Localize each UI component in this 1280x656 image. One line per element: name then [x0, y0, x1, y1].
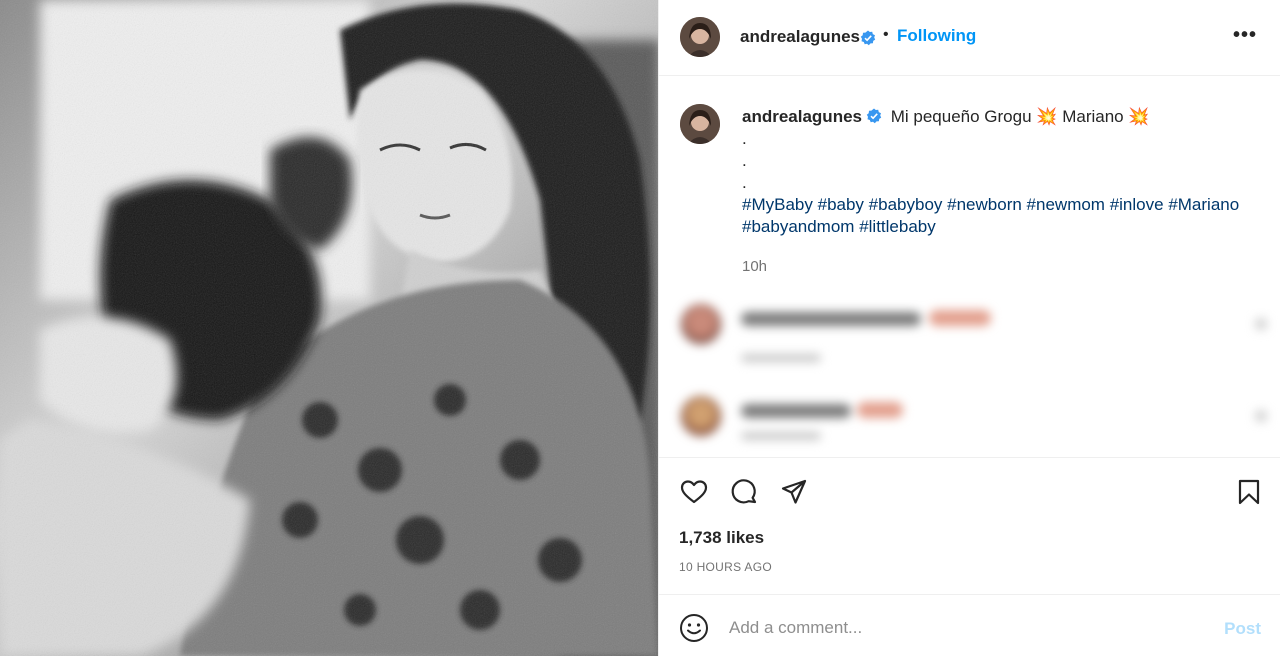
hashtag[interactable]: #MyBaby	[742, 195, 813, 214]
more-icon[interactable]: •••	[1233, 24, 1257, 47]
author-avatar[interactable]	[680, 17, 720, 57]
caption-username[interactable]: andrealagunes	[742, 107, 862, 126]
post-comment-button[interactable]: Post	[1224, 619, 1261, 639]
post-actions: 1,738 likes 10 HOURS AGO	[659, 457, 1280, 593]
emoji-icon[interactable]	[679, 613, 709, 643]
comment-row[interactable]	[669, 284, 1280, 364]
post-photo[interactable]	[0, 0, 658, 656]
post-detail-pane: andrealagunes • Following ••• andrealagu…	[658, 0, 1280, 656]
caption-dot-3: .	[742, 173, 747, 192]
comment-avatar[interactable]	[681, 304, 721, 344]
comment-meta	[741, 432, 821, 440]
comment-username[interactable]	[741, 312, 921, 326]
caption-dot-1: .	[742, 129, 747, 148]
likes-count[interactable]: 1,738 likes	[679, 528, 764, 548]
caption-text: andrealagunes Mi pequeño Grogu 💥 Mariano…	[742, 106, 1272, 238]
hashtag[interactable]: #littlebaby	[859, 217, 936, 236]
comment-username[interactable]	[741, 404, 851, 418]
caption-dot-2: .	[742, 151, 747, 170]
bookmark-icon[interactable]	[1235, 478, 1263, 506]
comment-icon[interactable]	[730, 478, 758, 506]
caption: andrealagunes Mi pequeño Grogu 💥 Mariano…	[659, 77, 1280, 282]
comments-list[interactable]	[669, 284, 1280, 456]
comment-row[interactable]	[669, 376, 1280, 456]
comment-badge	[857, 402, 903, 418]
hashtag[interactable]: #inlove	[1110, 195, 1164, 214]
heart-icon[interactable]	[680, 478, 708, 506]
post-timestamp[interactable]: 10 HOURS AGO	[679, 560, 772, 574]
share-icon[interactable]	[780, 478, 808, 506]
add-comment-bar: Post	[659, 594, 1280, 656]
comment-input[interactable]	[729, 615, 1199, 641]
caption-time[interactable]: 10h	[742, 258, 767, 275]
hashtag[interactable]: #babyboy	[869, 195, 943, 214]
verified-icon	[860, 30, 876, 46]
hashtag[interactable]: #babyandmom	[742, 217, 854, 236]
author-username[interactable]: andrealagunes	[740, 27, 860, 47]
comment-avatar[interactable]	[681, 396, 721, 436]
collision-emoji: 💥	[1128, 107, 1150, 126]
caption-avatar[interactable]	[680, 104, 720, 144]
hashtag[interactable]: #newmom	[1027, 195, 1105, 214]
hashtag[interactable]: #newborn	[947, 195, 1022, 214]
caption-line-1: Mi pequeño Grogu	[890, 107, 1032, 126]
comment-like-icon[interactable]	[1255, 410, 1267, 422]
caption-name: Mariano	[1062, 107, 1124, 126]
hashtag[interactable]: #baby	[818, 195, 864, 214]
post-header: andrealagunes • Following •••	[659, 0, 1280, 76]
hashtag[interactable]: #Mariano	[1168, 195, 1239, 214]
verified-icon	[866, 108, 882, 124]
hashtags: #MyBaby #baby #babyboy #newborn #newmom …	[742, 194, 1272, 238]
collision-emoji: 💥	[1036, 107, 1058, 126]
comment-meta	[741, 354, 821, 362]
follow-separator: •	[883, 26, 889, 43]
following-button[interactable]: Following	[897, 26, 976, 46]
comment-badge	[929, 310, 991, 326]
comment-like-icon[interactable]	[1255, 318, 1267, 330]
